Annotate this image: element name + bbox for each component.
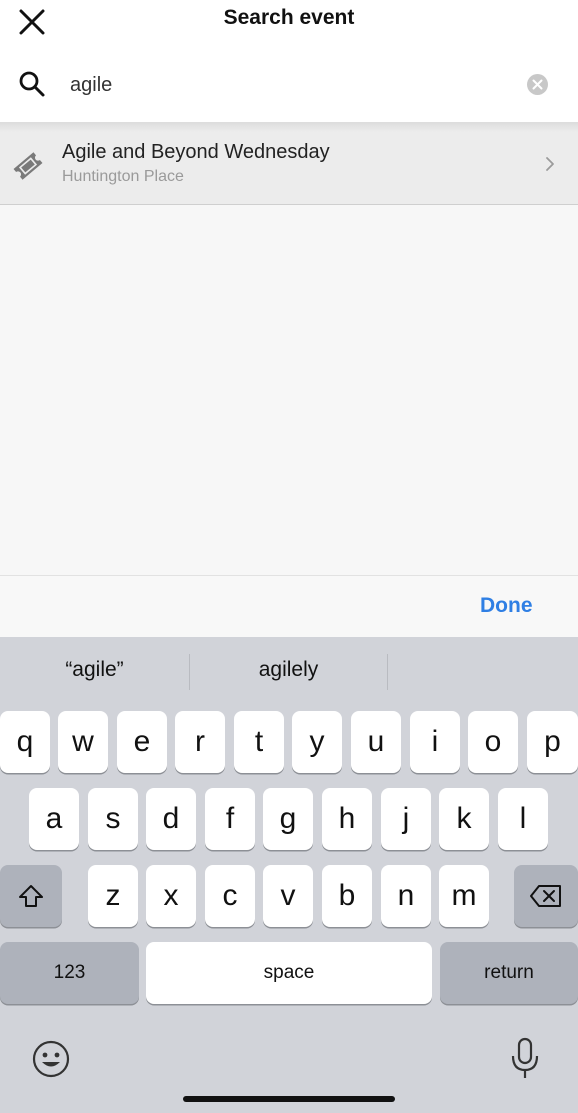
key-p[interactable]: p	[527, 711, 578, 773]
key-u[interactable]: u	[351, 711, 401, 773]
clear-search-button[interactable]	[527, 74, 548, 95]
return-key[interactable]: return	[440, 942, 578, 1004]
key-x[interactable]: x	[146, 865, 196, 927]
chevron-right-icon	[546, 157, 554, 171]
key-s[interactable]: s	[88, 788, 138, 850]
search-icon	[19, 71, 45, 97]
backspace-icon	[530, 885, 561, 907]
key-v[interactable]: v	[263, 865, 313, 927]
shift-key[interactable]	[0, 865, 62, 927]
key-y[interactable]: y	[292, 711, 342, 773]
key-e[interactable]: e	[117, 711, 167, 773]
shift-icon	[19, 885, 43, 907]
suggestion-1[interactable]: “agile”	[0, 658, 189, 688]
key-w[interactable]: w	[58, 711, 108, 773]
emoji-icon	[32, 1040, 70, 1078]
key-g[interactable]: g	[263, 788, 313, 850]
event-name: Agile and Beyond Wednesday	[62, 141, 330, 163]
suggestion-2[interactable]: agilely	[190, 658, 387, 688]
key-k[interactable]: k	[439, 788, 489, 850]
key-t[interactable]: t	[234, 711, 284, 773]
key-n[interactable]: n	[381, 865, 431, 927]
key-d[interactable]: d	[146, 788, 196, 850]
done-button[interactable]: Done	[480, 594, 533, 618]
page-title: Search event	[223, 6, 355, 29]
backspace-key[interactable]	[514, 865, 578, 927]
key-j[interactable]: j	[381, 788, 431, 850]
key-f[interactable]: f	[205, 788, 255, 850]
microphone-icon	[511, 1037, 539, 1078]
divider-shadow	[0, 122, 578, 132]
numbers-key[interactable]: 123	[0, 942, 139, 1004]
emoji-button[interactable]	[30, 1038, 72, 1080]
key-b[interactable]: b	[322, 865, 372, 927]
key-l[interactable]: l	[498, 788, 548, 850]
clear-circle-icon	[532, 79, 543, 90]
key-h[interactable]: h	[322, 788, 372, 850]
suggestion-3[interactable]	[388, 658, 578, 688]
key-o[interactable]: o	[468, 711, 518, 773]
event-venue: Huntington Place	[62, 168, 184, 185]
key-i[interactable]: i	[410, 711, 460, 773]
ticket-icon	[13, 152, 43, 180]
key-a[interactable]: a	[29, 788, 79, 850]
key-c[interactable]: c	[205, 865, 255, 927]
space-key[interactable]: space	[146, 942, 432, 1004]
home-indicator	[183, 1096, 395, 1102]
key-m[interactable]: m	[439, 865, 489, 927]
key-z[interactable]: z	[88, 865, 138, 927]
key-r[interactable]: r	[175, 711, 225, 773]
dictation-button[interactable]	[508, 1036, 542, 1082]
search-input[interactable]	[70, 70, 510, 100]
key-q[interactable]: q	[0, 711, 50, 773]
